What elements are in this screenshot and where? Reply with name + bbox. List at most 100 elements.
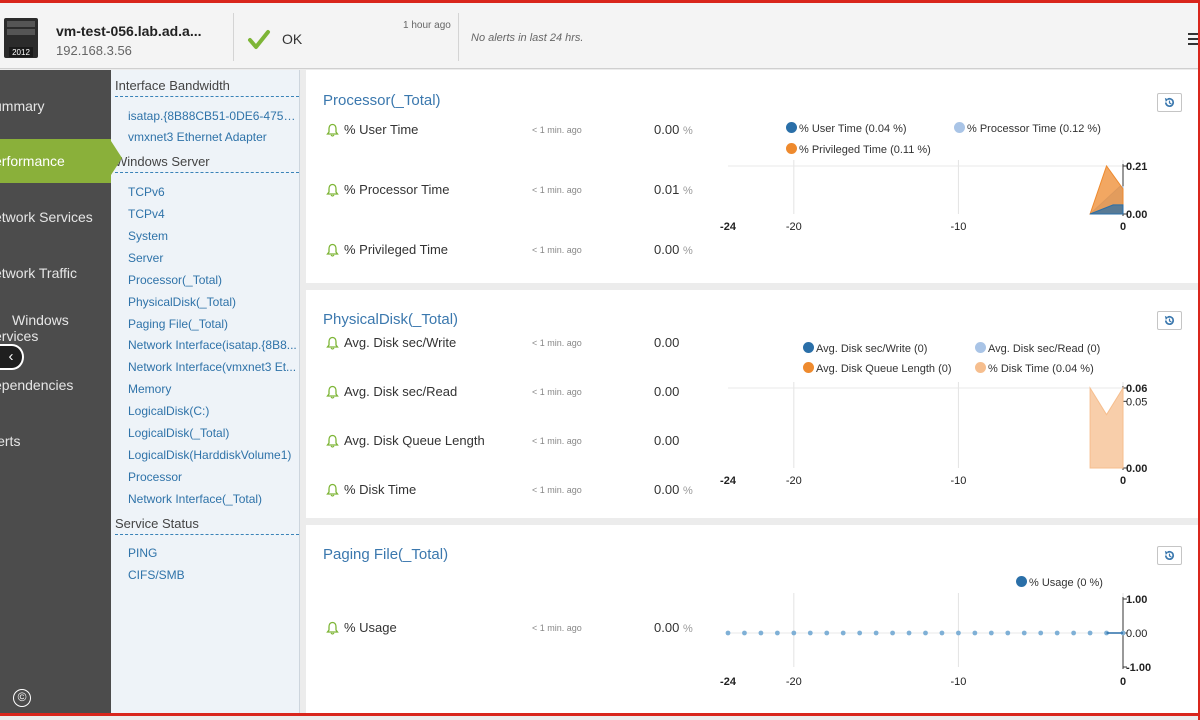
legend-item[interactable]: Avg. Disk sec/Read (0) [975,342,1100,355]
metric-number: 0.00 [654,242,680,257]
chart-point [1038,630,1044,636]
refresh-icon [1164,315,1175,326]
chart-point [873,630,879,636]
metric-value: 0.00 % [654,122,693,137]
panel-title[interactable]: PhysicalDisk(_Total) [323,311,458,328]
legend-label: Avg. Disk sec/Read (0) [988,343,1101,355]
check-icon [248,30,270,49]
chart-point [939,630,945,636]
legend-item[interactable]: % Usage (0 %) [1016,576,1103,589]
panel-title[interactable]: Processor(_Total) [323,92,441,109]
subnav-link[interactable]: LogicalDisk(_Total) [128,426,298,440]
metric-number: 0.00 [654,384,680,399]
chart-x-tick-label: 0 [1120,221,1126,233]
metric-name: % Disk Time [344,482,417,497]
nav-item-label: ervices [0,328,39,344]
subnav-link[interactable]: CIFS/SMB [128,568,298,582]
metric-name: Avg. Disk sec/Write [344,335,457,350]
server-icon: 2012 [4,18,38,58]
nav-item-dependencies[interactable]: ependencies [0,363,111,407]
legend-swatch [1016,576,1027,587]
nav-item-alerts[interactable]: lerts [0,419,111,463]
metric-age: < 1 min. ago [532,623,582,633]
metric-value: 0.00 % [654,620,693,635]
metric-name: % User Time [344,122,419,137]
legend-item[interactable]: % Disk Time (0.04 %) [975,362,1094,375]
metric-name: % Usage [344,620,397,635]
subnav-link[interactable]: Network Interface(isatap.{8B8... [128,338,298,352]
panel-title[interactable]: Paging File(_Total) [323,546,448,563]
bell-icon[interactable] [326,336,339,350]
metric-number: 0.00 [654,620,680,635]
subnav-link[interactable]: PING [128,546,298,560]
nav-item-performance[interactable]: erformance [0,139,111,183]
refresh-icon [1164,550,1175,561]
chart-x-tick-label: -24 [720,221,737,233]
chevron-left-icon[interactable]: ‹ [0,344,24,370]
bell-icon[interactable] [326,123,339,137]
metric-row: % Disk Time < 1 min. ago 0.00 % [326,482,696,500]
chart-y-tick-label: 0.00 [1126,209,1147,221]
subnav-link[interactable]: Memory [128,382,298,396]
metric-value: 0.00 % [654,242,693,257]
chart-point [791,630,797,636]
refresh-button[interactable] [1157,93,1182,112]
nav-item-windows-services[interactable]: Windows ervices [0,306,111,350]
bell-icon[interactable] [326,621,339,635]
subnav-link[interactable]: PhysicalDisk(_Total) [128,295,298,309]
processor-panel: Processor(_Total) % User Time < 1 min. a… [306,70,1198,283]
nav-item-network-services[interactable]: etwork Services [0,195,111,239]
sub-nav: Interface Bandwidth isatap.{8B88CB51-0DE… [111,70,300,713]
subnav-link[interactable]: Network Interface(vmxnet3 Et... [128,360,298,374]
legend-item[interactable]: % Processor Time (0.12 %) [954,122,1101,135]
subnav-link[interactable]: TCPv4 [128,207,298,221]
host-badge: 2012 [12,48,30,57]
metric-age: < 1 min. ago [532,387,582,397]
bell-icon[interactable] [326,483,339,497]
metric-name: Avg. Disk sec/Read [344,384,458,399]
chart-point [824,630,830,636]
header-divider [233,13,234,61]
nav-item-network-traffic[interactable]: etwork Traffic [0,251,111,295]
nav-item-summary[interactable]: ummary [0,84,111,128]
bell-icon[interactable] [326,243,339,257]
chart-y-tick-label: -1.00 [1126,662,1151,674]
metric-name: % Processor Time [344,182,450,197]
legend-item[interactable]: Avg. Disk Queue Length (0) [803,362,952,375]
subnav-link[interactable]: System [128,229,298,243]
refresh-icon [1164,97,1175,108]
refresh-button[interactable] [1157,546,1182,565]
chart-y-tick-label: 0.00 [1126,628,1147,640]
chart-y-tick-label: 0.21 [1126,161,1147,173]
chart-point [1071,630,1077,636]
header-bar: 2012 vm-test-056.lab.ad.a... 192.168.3.5… [0,3,1200,69]
bell-icon[interactable] [326,183,339,197]
subnav-link[interactable]: LogicalDisk(C:) [128,404,298,418]
metric-row: % User Time < 1 min. ago 0.00 % [326,122,696,140]
legend-item[interactable]: Avg. Disk sec/Write (0) [803,342,927,355]
legend-swatch [803,362,814,373]
subnav-link[interactable]: Processor(_Total) [128,273,298,287]
legend-swatch [803,342,814,353]
subnav-link[interactable]: isatap.{8B88CB51-0DE6-475C-... [128,109,298,123]
host-name[interactable]: vm-test-056.lab.ad.a... [56,23,202,39]
bell-icon[interactable] [326,434,339,448]
subnav-link[interactable]: Processor [128,470,298,484]
chart-point [840,630,846,636]
bell-icon[interactable] [326,385,339,399]
chart-x-tick-label: -20 [786,475,802,487]
subnav-link[interactable]: vmxnet3 Ethernet Adapter [128,130,298,144]
subnav-link[interactable]: Paging File(_Total) [128,317,298,331]
metric-age: < 1 min. ago [532,338,582,348]
metric-number: 0.00 [654,122,680,137]
legend-item[interactable]: % User Time (0.04 %) [786,122,907,135]
subnav-link[interactable]: LogicalDisk(HarddiskVolume1) [128,448,298,462]
subnav-link[interactable]: Server [128,251,298,265]
legend-label: Avg. Disk sec/Write (0) [816,343,928,355]
subnav-link[interactable]: TCPv6 [128,185,298,199]
chart-x-tick-label: 0 [1120,676,1126,688]
copyright-icon: © [13,689,31,707]
subnav-link[interactable]: Network Interface(_Total) [128,492,298,506]
chart-point [758,630,764,636]
refresh-button[interactable] [1157,311,1182,330]
